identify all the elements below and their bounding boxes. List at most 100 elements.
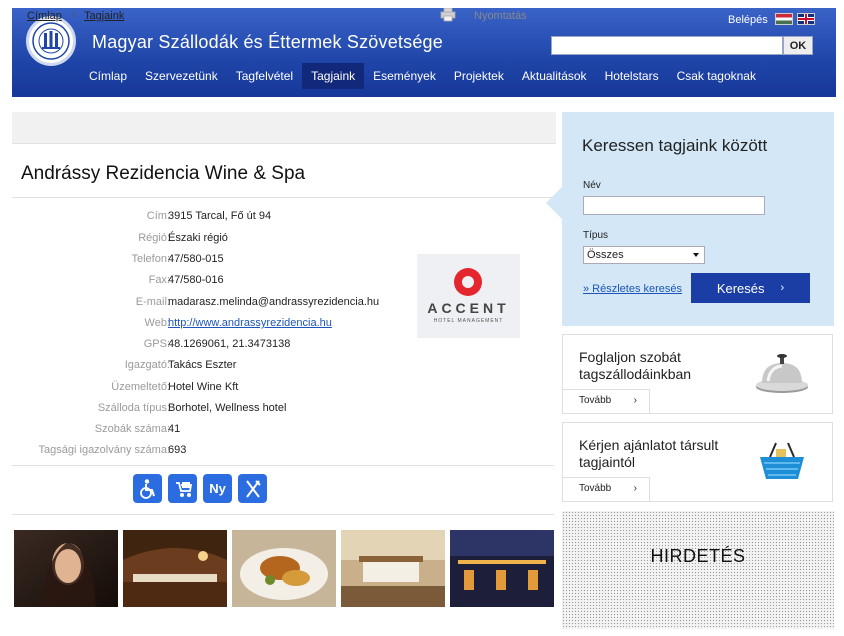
advanced-search-link[interactable]: » Részletes keresés <box>583 283 682 295</box>
detail-row-membership: Tagsági igazolvány száma: 693 <box>12 444 412 464</box>
stroller-icon <box>168 474 197 503</box>
detail-row-email: E-mail: madarasz.melinda@andrassyreziden… <box>12 296 412 316</box>
detail-value: 47/580-016 <box>168 274 224 286</box>
name-label: Név <box>583 180 601 191</box>
detail-label: Web: <box>144 317 170 329</box>
printer-icon[interactable] <box>440 8 456 22</box>
advertisement-label: HIRDETÉS <box>650 546 746 566</box>
detail-row-operator: Üzemeltető: Hotel Wine Kft <box>12 381 412 401</box>
nav-item-tagjaink[interactable]: Tagjaink <box>302 63 365 89</box>
detail-label: Régió: <box>138 232 170 244</box>
detail-value: 3915 Tarcal, Fő út 94 <box>168 210 272 222</box>
nav-item-hotelstars[interactable]: Hotelstars <box>596 63 668 89</box>
site-search-ok-button[interactable]: OK <box>783 36 813 55</box>
site-title: Magyar Szállodák és Éttermek Szövetsége <box>92 32 443 52</box>
advertisement-block[interactable]: HIRDETÉS <box>562 511 834 629</box>
nav-item-aktualitasok[interactable]: Aktualitások <box>513 63 596 89</box>
photo-room[interactable] <box>341 530 445 607</box>
detail-value: 48.1269061, 21.3473138 <box>168 338 291 350</box>
detail-row-fax: Fax: 47/580-016 <box>12 274 412 294</box>
type-select[interactable]: Összes <box>583 246 705 264</box>
detail-value: 41 <box>168 423 181 435</box>
association-emblem-icon <box>32 22 70 60</box>
accent-mark-icon <box>454 268 482 296</box>
bell-icon <box>756 354 808 393</box>
language-ny-label: Ny <box>209 481 226 496</box>
detail-row-region: Régió: Északi régió <box>12 232 412 252</box>
detail-label: Cím: <box>146 210 170 222</box>
detail-label: GPS: <box>143 338 170 350</box>
search-button-label: Keresés <box>716 280 765 296</box>
site-search-input[interactable] <box>551 36 783 55</box>
nav-item-tagfelvetel[interactable]: Tagfelvétel <box>227 63 302 89</box>
promo-more-label: Tovább <box>579 483 612 494</box>
hungarian-flag-icon[interactable] <box>775 13 793 25</box>
nav-item-esemenyek[interactable]: Események <box>364 63 445 89</box>
promo-text: Foglaljon szobát tagszállodáinkban <box>579 349 692 382</box>
detail-label: E-mail: <box>135 296 170 308</box>
nav-item-projektek[interactable]: Projektek <box>445 63 513 89</box>
detail-label: Telefon: <box>131 253 170 265</box>
chevron-right-icon: › <box>633 483 637 494</box>
divider <box>12 465 554 466</box>
detail-value: Északi régió <box>168 232 228 244</box>
promo-more-label: Tovább <box>579 395 612 406</box>
nav-item-szervezetunk[interactable]: Szervezetünk <box>136 63 227 89</box>
detail-value: Takács Eszter <box>168 359 237 371</box>
detail-row-hotel-type: Szálloda típus: Borhotel, Wellness hotel <box>12 402 412 422</box>
chevron-down-icon <box>693 253 699 257</box>
nav-item-cimlap[interactable]: Címlap <box>80 63 136 89</box>
name-input[interactable] <box>583 196 765 215</box>
breadcrumb-separator: › <box>72 9 76 21</box>
detail-label: Igazgató: <box>124 359 170 371</box>
divider <box>12 197 554 198</box>
main-nav: Címlap Szervezetünk Tagfelvétel Tagjaink… <box>80 63 765 89</box>
partner-logo: ACCENT HOTEL MANAGEMENT <box>417 254 520 338</box>
nav-item-csak-tagoknak[interactable]: Csak tagoknak <box>668 63 765 89</box>
breadcrumb <box>12 112 556 144</box>
print-link[interactable]: Nyomtatás <box>474 10 527 22</box>
detail-row-rooms: Szobák száma: 41 <box>12 423 412 443</box>
detail-row-address: Cím: 3915 Tarcal, Fő út 94 <box>12 210 412 230</box>
language-ny-badge: Ny <box>203 474 232 503</box>
website-link[interactable]: http://www.andrassyrezidencia.hu <box>168 317 332 329</box>
detail-label: Fax: <box>148 274 170 286</box>
photo-restaurant[interactable] <box>123 530 227 607</box>
detail-value: 47/580-015 <box>168 253 224 265</box>
chevron-right-icon: › <box>633 395 637 406</box>
search-panel-title: Keressen tagjaink között <box>582 136 768 155</box>
detail-label: Üzemeltető: <box>111 381 170 393</box>
restaurant-icon <box>238 474 267 503</box>
detail-label: Szálloda típus: <box>97 402 170 414</box>
promo-more-link[interactable]: Tovább › <box>563 477 650 501</box>
photo-food[interactable] <box>232 530 336 607</box>
detail-label: Tagsági igazolvány száma: <box>38 444 170 456</box>
breadcrumb-home-link[interactable]: Címlap <box>27 10 62 22</box>
type-select-value: Összes <box>587 249 624 261</box>
wheelchair-icon <box>133 474 162 503</box>
promo-text: Kérjen ajánlatot társult tagjaintól <box>579 437 719 470</box>
basket-icon <box>760 442 804 479</box>
partner-logo-name: ACCENT <box>427 300 510 316</box>
detail-row-web: Web: http://www.andrassyrezidencia.hu <box>12 317 412 337</box>
detail-label: Szobák száma: <box>94 423 170 435</box>
divider <box>12 514 554 515</box>
photo-terrace[interactable] <box>450 530 554 607</box>
detail-value: Hotel Wine Kft <box>168 381 239 393</box>
photo-woman[interactable] <box>14 530 118 607</box>
email-value: madarasz.melinda@andrassyrezidencia.hu <box>168 296 380 308</box>
detail-value: Borhotel, Wellness hotel <box>168 402 287 414</box>
search-button[interactable]: Keresés › <box>691 273 810 303</box>
detail-row-director: Igazgató: Takács Eszter <box>12 359 412 379</box>
breadcrumb-current-link[interactable]: Tagjaink <box>84 10 124 22</box>
promo-more-link[interactable]: Tovább › <box>563 389 650 413</box>
login-link[interactable]: Belépés <box>728 14 768 26</box>
partner-logo-sub: HOTEL MANAGEMENT <box>433 318 504 324</box>
association-logo[interactable] <box>26 16 76 66</box>
detail-row-gps: GPS: 48.1269061, 21.3473138 <box>12 338 412 358</box>
detail-value: 693 <box>168 444 187 456</box>
chevron-right-icon: › <box>780 282 785 294</box>
promo-book-room: Foglaljon szobát tagszállodáinkban Továb… <box>562 334 833 414</box>
detail-row-phone: Telefon: 47/580-015 <box>12 253 412 273</box>
english-flag-icon[interactable] <box>797 13 815 25</box>
